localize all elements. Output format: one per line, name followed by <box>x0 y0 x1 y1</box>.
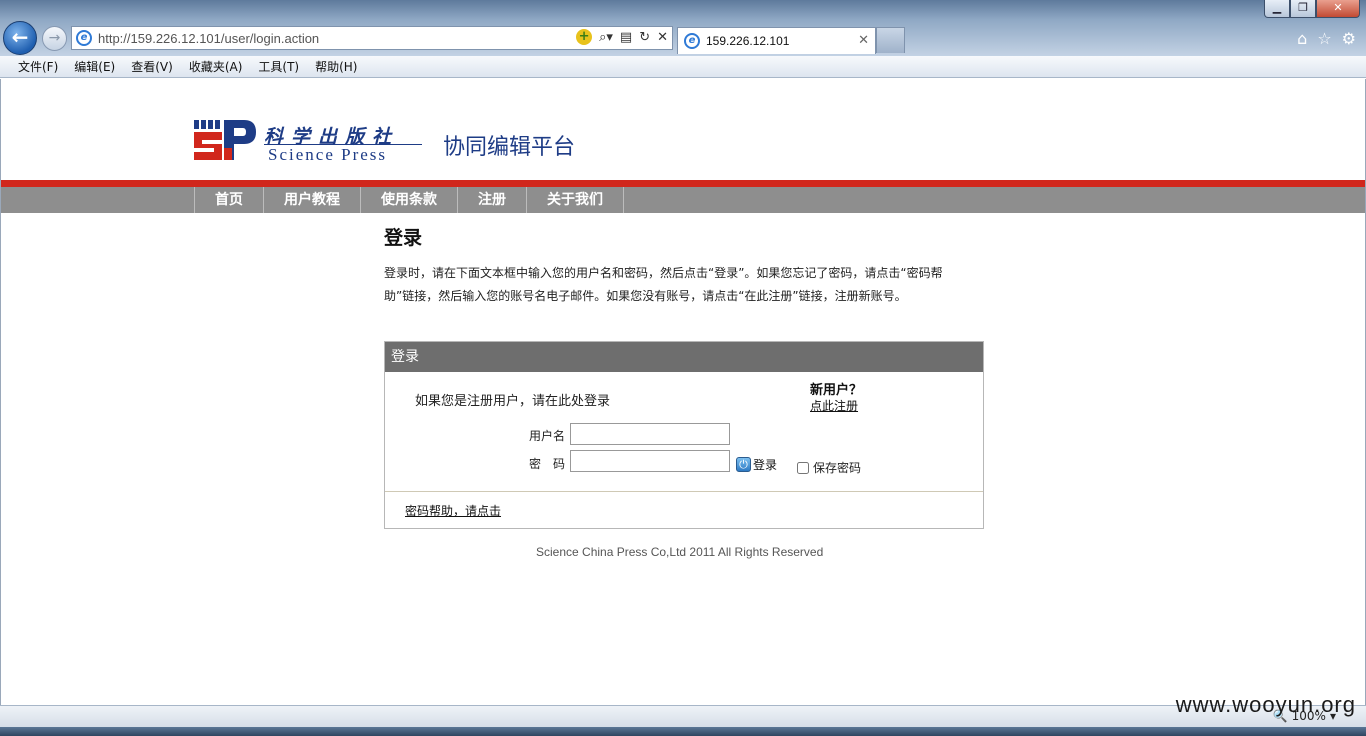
remember-password[interactable]: 保存密码 <box>797 459 861 476</box>
platform-title: 协同编辑平台 <box>443 135 576 160</box>
register-link[interactable]: 点此注册 <box>810 397 858 414</box>
menu-help[interactable]: 帮助(H) <box>315 58 357 75</box>
back-arrow-icon[interactable]: ← <box>3 21 37 55</box>
compatibility-view-icon[interactable]: + <box>576 29 593 45</box>
tab-close-icon[interactable]: ✕ <box>858 33 869 48</box>
power-icon: ⏻ <box>736 457 751 472</box>
password-label: 密 码 <box>529 457 566 471</box>
nav-about-us[interactable]: 关于我们 <box>527 187 624 213</box>
window-controls: ▁ ❐ ✕ <box>1264 0 1360 18</box>
home-icon[interactable]: ⌂ <box>1297 29 1307 48</box>
compat-page-icon[interactable]: ▤ <box>620 30 632 45</box>
login-button[interactable]: ⏻ 登录 <box>736 456 777 473</box>
login-panel-header: 登录 <box>385 342 983 372</box>
menu-favorites[interactable]: 收藏夹(A) <box>189 58 243 75</box>
menu-file[interactable]: 文件(F) <box>18 58 58 75</box>
close-window-icon[interactable]: ✕ <box>1316 0 1360 18</box>
sp-logo-mark-icon <box>194 120 256 160</box>
browser-tab[interactable]: e 159.226.12.101 ✕ <box>677 27 876 54</box>
maximize-icon[interactable]: ❐ <box>1290 0 1316 18</box>
menu-tools[interactable]: 工具(T) <box>258 58 299 75</box>
logo-english-text: Science Press <box>268 145 388 164</box>
password-input[interactable] <box>570 450 730 472</box>
nav-register[interactable]: 注册 <box>458 187 527 213</box>
login-panel: 登录 如果您是注册用户，请在此处登录 新用户？ 点此注册 用户名 密 码 ⏻ 登… <box>384 341 984 529</box>
remember-password-label: 保存密码 <box>813 461 862 475</box>
stop-icon[interactable]: ✕ <box>657 30 668 45</box>
login-instructions: 登录时，请在下面文本框中输入您的用户名和密码，然后点击“登录”。如果您忘记了密码… <box>384 266 943 303</box>
browser-right-tools: ⌂ ☆ ⚙ <box>1297 29 1356 48</box>
browser-menu-bar: 文件(F) 编辑(E) 查看(V) 收藏夹(A) 工具(T) 帮助(H) <box>0 56 1366 78</box>
page-title: 登录 <box>384 227 423 249</box>
menu-view[interactable]: 查看(V) <box>131 58 173 75</box>
page-viewport: 科学出版社 Science Press 协同编辑平台 首页 用户教程 使用条款 … <box>0 79 1366 705</box>
tab-title: 159.226.12.101 <box>706 34 790 48</box>
browser-titlebar: ▁ ❐ ✕ ← → e http://159.226.12.101/user/l… <box>0 0 1366 56</box>
new-user-title: 新用户？ <box>810 383 863 398</box>
menu-edit[interactable]: 编辑(E) <box>74 58 115 75</box>
refresh-icon[interactable]: ↻ <box>639 30 650 45</box>
nav-terms[interactable]: 使用条款 <box>361 187 458 213</box>
login-button-label: 登录 <box>753 458 778 472</box>
header-red-bar <box>1 180 1365 187</box>
login-panel-divider <box>385 491 983 492</box>
nav-user-tutorial[interactable]: 用户教程 <box>264 187 361 213</box>
address-tools: + ⌕▾ ▤ ↻ ✕ <box>576 29 668 45</box>
science-press-logo[interactable]: 科学出版社 Science Press <box>194 120 424 164</box>
address-url[interactable]: http://159.226.12.101/user/login.action <box>98 31 319 46</box>
login-main: 登录 登录时，请在下面文本框中输入您的用户名和密码，然后点击“登录”。如果您忘记… <box>384 223 984 529</box>
browser-status-bar: 🔍 100% ▾ <box>0 705 1366 727</box>
tab-favicon-icon: e <box>684 33 700 49</box>
copyright-footer: Science China Press Co,Ltd 2011 All Righ… <box>536 545 824 559</box>
remember-password-checkbox[interactable] <box>797 461 809 474</box>
search-icon[interactable]: ⌕▾ <box>599 30 613 45</box>
watermark: www.wooyun.org <box>1175 692 1356 717</box>
username-input[interactable] <box>570 423 730 445</box>
os-taskbar <box>0 727 1366 736</box>
ie-page-icon: e <box>76 30 92 46</box>
username-label: 用户名 <box>529 429 566 443</box>
minimize-icon[interactable]: ▁ <box>1264 0 1290 18</box>
settings-gear-icon[interactable]: ⚙ <box>1342 29 1356 48</box>
favorites-star-icon[interactable]: ☆ <box>1317 29 1331 48</box>
nav-home[interactable]: 首页 <box>195 187 264 213</box>
password-help-link[interactable]: 密码帮助，请点击 <box>405 502 501 519</box>
address-bar[interactable]: e http://159.226.12.101/user/login.actio… <box>71 26 673 50</box>
new-tab-button[interactable] <box>876 27 905 53</box>
forward-arrow-icon[interactable]: → <box>42 26 67 51</box>
site-nav-bar: 首页 用户教程 使用条款 注册 关于我们 <box>1 187 1365 213</box>
login-prompt: 如果您是注册用户，请在此处登录 <box>415 394 611 409</box>
